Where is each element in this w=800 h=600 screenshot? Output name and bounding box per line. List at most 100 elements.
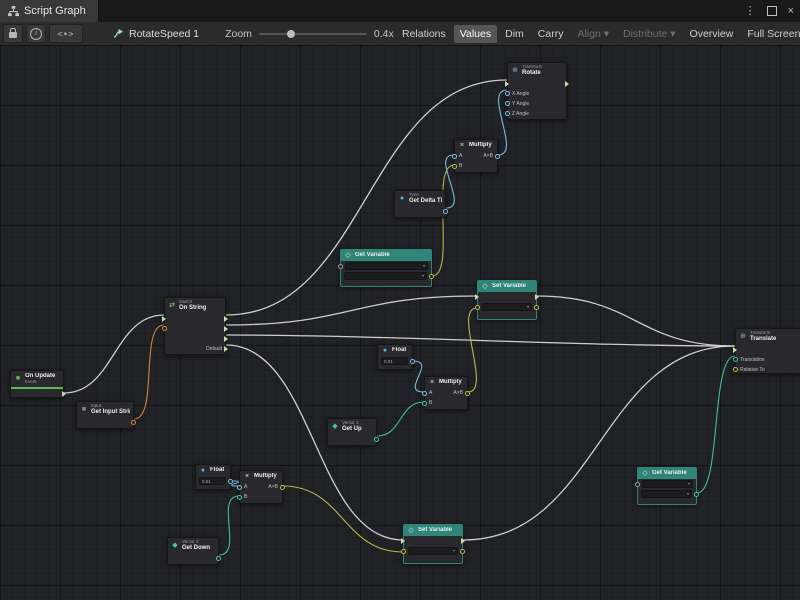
port-label: X Angle [512,91,529,97]
float-port[interactable] [422,391,427,396]
any-port[interactable] [635,482,640,487]
obj-port[interactable] [465,391,470,396]
flow-port[interactable] [224,336,228,342]
transform-icon: ⊕ [739,333,747,340]
toolbar-button-align: Align ▾ [571,25,615,43]
obj-port[interactable] [534,305,539,310]
node-title-block: Multiply [254,473,277,480]
maximize-icon[interactable] [767,6,777,16]
zoom-slider[interactable] [259,33,367,35]
flow-port[interactable] [162,316,166,322]
close-icon[interactable]: × [788,6,794,17]
flow-port[interactable] [475,294,479,300]
node-float-mid[interactable]: ●Float0.01 [377,344,413,370]
obj-port[interactable] [401,549,406,554]
vec-port[interactable] [374,437,379,442]
node-get-input-string[interactable]: ■InputGet Input Strin [76,401,134,429]
flow-port[interactable] [224,316,228,322]
toolbar-button-carry[interactable]: Carry [532,25,570,43]
node-dropdown[interactable]: 0.01 [199,477,226,485]
vec-port[interactable] [422,401,427,406]
node-get-up[interactable]: ◆Vector 3Get Up [327,418,377,446]
flow-port[interactable] [461,538,465,544]
tab-script-graph[interactable]: Script Graph [0,0,99,22]
obj-port[interactable] [460,549,465,554]
node-title-block: On UpdateEvent [25,373,55,385]
node-set-variable-top[interactable]: ◇Set Variable▾ [477,280,537,320]
node-dropdown[interactable]: ▾ [482,303,532,311]
node-rotate[interactable]: ⊕TransformRotateX AngleY AngleZ Angle [507,62,567,120]
node-on-update[interactable]: ■On UpdateEvent [10,370,64,398]
node-row: Relative To [736,365,800,375]
inspect-button[interactable]: <•> [49,24,83,43]
zoom-handle[interactable] [287,30,295,38]
obj-port[interactable] [475,305,480,310]
graph-canvas[interactable]: ■On UpdateEvent■InputGet Input Strin⇄Swi… [0,45,800,600]
any-port[interactable] [338,264,343,269]
str-port[interactable] [131,420,136,425]
float-port[interactable] [410,359,415,364]
multiply-icon: × [458,142,466,149]
wire-flow [226,296,477,325]
float-port[interactable] [505,91,510,96]
float-port[interactable] [495,154,500,159]
node-multiply-top[interactable]: ×MultiplyAA×BB [454,139,498,173]
node-dropdown[interactable]: ▾ [641,490,692,498]
flow-port[interactable] [224,326,228,332]
obj-port[interactable] [429,274,434,279]
node-get-delta-time[interactable]: ●TimeGet Delta Time [394,190,446,218]
lock-button[interactable] [3,24,23,43]
flow-port[interactable] [62,391,66,397]
flow-port[interactable] [401,538,405,544]
flow-port[interactable] [535,294,539,300]
node-multiply-bottom[interactable]: ×MultiplyAA×BB [239,470,283,504]
toolbar-button-overview[interactable]: Overview [684,25,740,43]
flow-port[interactable] [733,347,737,353]
node-get-variable-top[interactable]: ◇Get Variable▾▾ [340,249,432,287]
info-button[interactable]: i [26,24,46,43]
vec-port[interactable] [216,556,221,561]
node-get-down[interactable]: ◆Vector 3Get Down [167,537,219,565]
node-dropdown[interactable]: ▾ [344,272,427,280]
float-port[interactable] [228,479,233,484]
wire-float [498,90,507,155]
graph-breadcrumb[interactable]: RotateSpeed 1 [113,28,199,40]
float-port[interactable] [443,209,448,214]
vec-port[interactable] [694,492,699,497]
node-dropdown[interactable]: ▾ [408,547,458,555]
obj-port[interactable] [280,485,285,490]
str-port[interactable] [162,326,167,331]
menu-icon[interactable]: ⋮ [745,6,756,17]
node-dropdown[interactable]: 0.01 [381,357,408,365]
float-port[interactable] [505,111,510,116]
wire-float [446,155,455,208]
node-dropdown[interactable]: ▾ [345,262,428,270]
obj-port[interactable] [452,164,457,169]
float-port[interactable] [452,154,457,159]
node-multiply-mid[interactable]: ×MultiplyAA×BB [424,376,468,410]
node-dropdown[interactable]: ▾ [642,480,693,488]
toolbar-button-dim[interactable]: Dim [499,25,530,43]
node-float-bottom[interactable]: ●Float0.01 [195,464,231,490]
toolbar-button-relations[interactable]: Relations [396,25,452,43]
vec-port[interactable] [733,357,738,362]
obj-port[interactable] [733,367,738,372]
float-port[interactable] [237,485,242,490]
node-translate[interactable]: ⊕TransformTranslateTranslationRelative T… [735,328,800,374]
toolbar-button-values[interactable]: Values [454,25,497,43]
flow-port[interactable] [565,81,569,87]
flow-port[interactable] [505,81,509,87]
gamepad-icon: ■ [80,406,88,413]
node-row: Z Angle [508,109,566,119]
node-row: B [455,161,497,171]
node-switch-on-string[interactable]: ⇄SwitchOn StringDefault [164,297,226,355]
float-port[interactable] [505,101,510,106]
vec-port[interactable] [237,495,242,500]
node-set-variable-bottom[interactable]: ◇Set Variable▾ [403,524,463,564]
graph-icon [113,28,124,39]
node-get-variable-right[interactable]: ◇Get Variable▾▾ [637,467,697,505]
chevron-down-icon: ▾ [453,549,455,553]
toolbar-button-full-screen[interactable]: Full Screen [741,25,800,43]
flow-port[interactable] [224,346,228,352]
zoom-value: 0.4x [374,28,394,40]
